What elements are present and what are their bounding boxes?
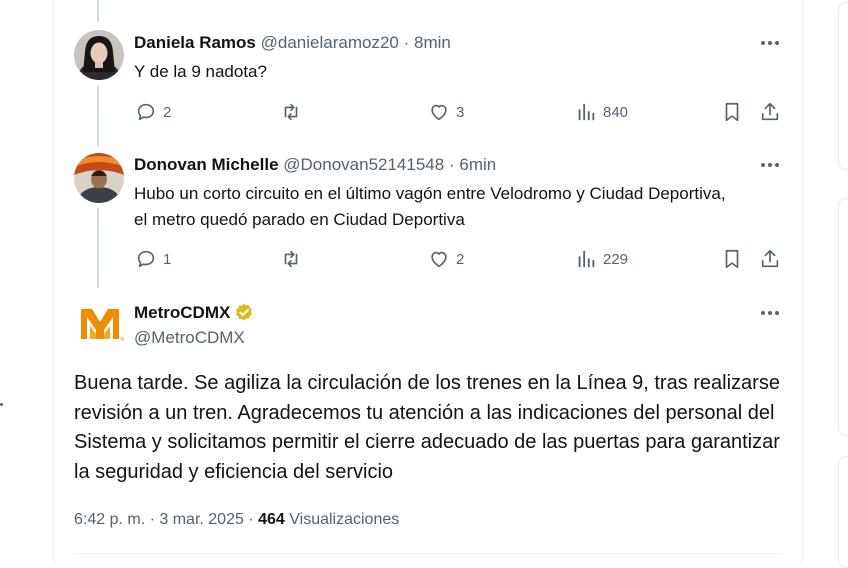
share-icon [761, 249, 779, 268]
reply-count: 2 [163, 103, 172, 121]
avatar[interactable] [74, 30, 124, 80]
views-button[interactable]: 229 [575, 248, 628, 270]
share-button[interactable] [759, 248, 781, 270]
more-horizontal-icon[interactable] [760, 155, 780, 175]
page-dot [0, 403, 3, 406]
like-button[interactable]: 2 [428, 248, 464, 270]
views-button[interactable]: 840 [575, 101, 628, 123]
svg-text:®: ® [120, 336, 124, 343]
post-time[interactable]: 6min [459, 155, 496, 174]
bookmark-button[interactable] [721, 248, 743, 270]
main-author[interactable]: MetroCDMX [134, 302, 255, 324]
author-name[interactable]: Donovan Michelle [134, 155, 279, 174]
repost-icon [284, 250, 298, 268]
main-post-text: Buena tarde. Se agiliza la circulación d… [74, 372, 780, 483]
repost-button[interactable] [280, 248, 302, 270]
thread-line [97, 208, 99, 288]
post-time[interactable]: 8min [414, 33, 451, 52]
post-meta: 6:42 p. m. · 3 mar. 2025 · 464 Visualiza… [74, 511, 399, 529]
post-timestamp[interactable]: 6:42 p. m. · 3 mar. 2025 · [74, 511, 254, 528]
views-count: 840 [603, 103, 629, 121]
reply-count: 1 [163, 250, 172, 268]
divider [74, 553, 782, 554]
share-icon [761, 102, 779, 121]
share-button[interactable] [759, 101, 781, 123]
repost-icon [284, 103, 298, 121]
repost-button[interactable] [280, 101, 302, 123]
author-name[interactable]: MetroCDMX [134, 303, 230, 323]
author-name[interactable]: Daniela Ramos [134, 33, 256, 52]
like-button[interactable]: 3 [428, 101, 464, 123]
views-icon [578, 250, 595, 268]
bookmark-icon [725, 249, 739, 269]
reply-button[interactable]: 1 [135, 248, 171, 270]
views-count: 464 [258, 511, 285, 528]
more-horizontal-icon[interactable] [760, 303, 780, 323]
author-handle[interactable]: @danielaramoz20 [261, 33, 399, 52]
verified-badge-icon [236, 303, 253, 321]
side-panel-edge [838, 198, 848, 436]
bookmark-button[interactable] [721, 101, 743, 123]
bookmark-icon [725, 102, 739, 122]
avatar[interactable] [74, 153, 124, 203]
like-icon [431, 251, 447, 268]
like-count: 2 [456, 250, 465, 268]
reply-header: Daniela Ramos @danielaramoz20 · 8min [134, 33, 451, 53]
like-count: 3 [456, 103, 465, 121]
more-horizontal-icon[interactable] [760, 33, 780, 53]
thread-line [97, 0, 99, 22]
thread-line [97, 86, 99, 146]
side-panel-edge [838, 456, 848, 568]
separator: · [448, 155, 455, 174]
side-panel-edge [838, 2, 848, 170]
metro-logo-avatar[interactable]: ® [76, 300, 125, 348]
separator: · [403, 33, 410, 52]
reply-header: Donovan Michelle @Donovan52141548 · 6min [134, 155, 496, 175]
views-icon [578, 103, 595, 121]
reply-icon [137, 250, 155, 268]
author-handle[interactable]: @Donovan52141548 [283, 155, 444, 174]
reply-button[interactable]: 2 [135, 101, 171, 123]
views-count: 229 [603, 250, 629, 268]
author-handle[interactable]: @MetroCDMX [134, 328, 245, 348]
views-label: Visualizaciones [289, 511, 400, 528]
reply-text: Hubo un corto circuito en el último vagó… [134, 184, 726, 229]
like-icon [431, 104, 447, 121]
reply-icon [137, 103, 155, 121]
reply-text: Y de la 9 nadota? [134, 62, 267, 81]
